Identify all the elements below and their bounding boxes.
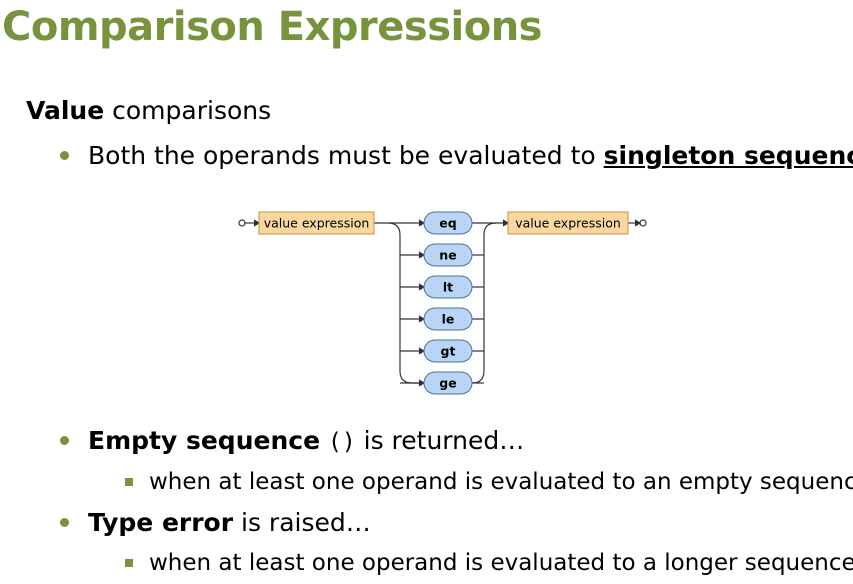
sub-bullet-longer: when at least one operand is evaluated t… bbox=[125, 550, 853, 576]
bullet-type-error: Type error is raised… bbox=[60, 508, 371, 537]
bullet-empty-sequence: Empty sequence () is returned… bbox=[60, 426, 524, 455]
operator-ne-label: ne bbox=[439, 248, 456, 263]
operator-le-label: le bbox=[442, 312, 455, 327]
empty-sequence-code: () bbox=[327, 429, 356, 455]
bullet-dot bbox=[60, 518, 69, 527]
sub-bullet-longer-text: when at least one operand is evaluated t… bbox=[149, 550, 853, 576]
operator-ge-label: ge bbox=[439, 376, 456, 391]
diagram-start-circle bbox=[238, 219, 246, 227]
section-heading-rest: comparisons bbox=[104, 96, 272, 125]
sub-bullet-empty: when at least one operand is evaluated t… bbox=[125, 469, 853, 495]
sub-bullet-square bbox=[125, 559, 133, 567]
bullet-dot bbox=[60, 436, 69, 445]
slide-title: Comparison Expressions bbox=[2, 4, 542, 50]
empty-sequence-rest: is returned… bbox=[355, 426, 525, 455]
section-heading: Value comparisons bbox=[26, 96, 271, 125]
type-error-bold: Type error bbox=[88, 508, 234, 537]
empty-sequence-bold: Empty sequence bbox=[88, 426, 321, 455]
section-heading-bold: Value bbox=[26, 96, 105, 125]
operator-eq-label: eq bbox=[439, 216, 456, 231]
bullet-operands-emph: singleton sequences bbox=[603, 141, 853, 170]
operator-lt-label: lt bbox=[443, 280, 453, 295]
sub-bullet-square bbox=[125, 478, 133, 486]
railroad-diagram: value expression value expression eq ne lt… bbox=[238, 211, 647, 395]
bullet-dot bbox=[60, 151, 69, 160]
type-error-rest: is raised… bbox=[233, 508, 371, 537]
left-value-expression-label: value expression bbox=[264, 216, 370, 231]
bullet-operands-text: Both the operands must be evaluated to bbox=[88, 141, 604, 170]
sub-bullet-empty-text: when at least one operand is evaluated t… bbox=[149, 469, 853, 495]
right-value-expression-label: value expression bbox=[515, 216, 621, 231]
operator-gt-label: gt bbox=[441, 344, 456, 359]
bullet-operands: Both the operands must be evaluated to s… bbox=[60, 141, 853, 170]
